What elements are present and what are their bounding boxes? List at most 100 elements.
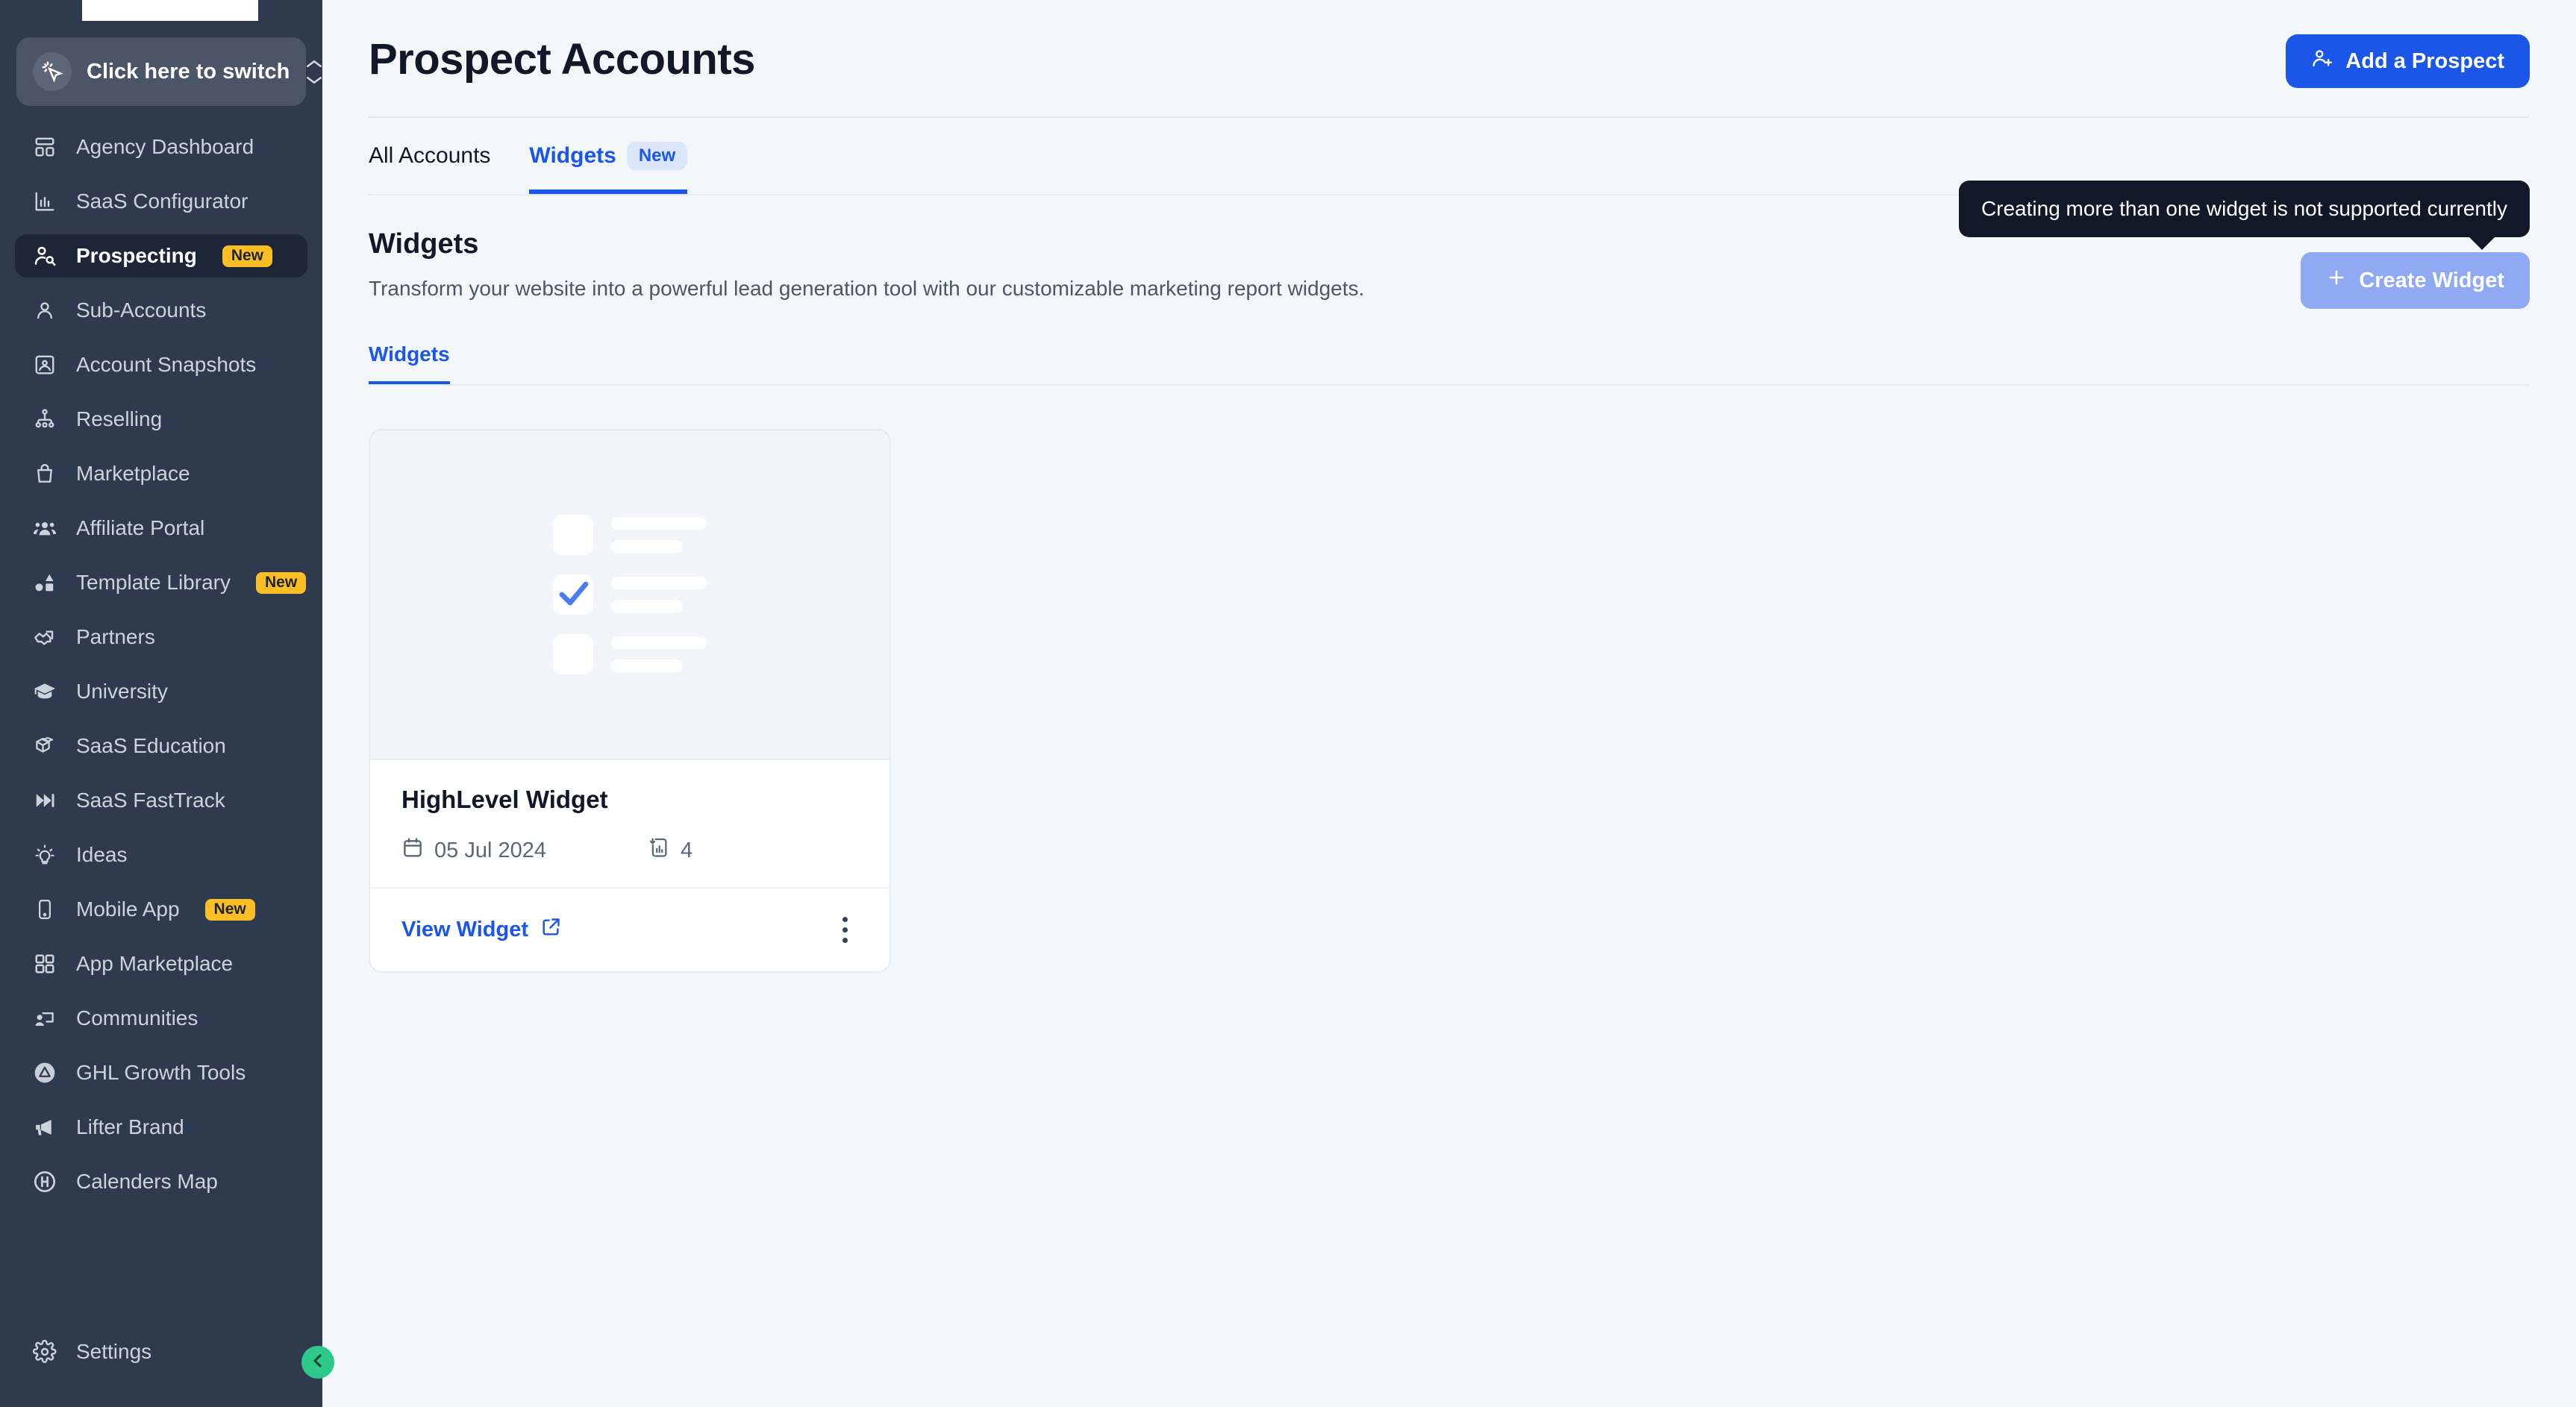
calendar-icon <box>401 836 424 865</box>
app-root: Click here to switch Agency Dashboard Sa… <box>0 0 2576 1407</box>
sidebar-item-label: SaaS FastTrack <box>76 789 225 812</box>
view-widget-link[interactable]: View Widget <box>401 917 561 944</box>
sidebar-item-settings[interactable]: Settings <box>15 1330 307 1373</box>
header-divider <box>369 116 2530 118</box>
create-widget-area: Creating more than one widget is not sup… <box>1958 181 2530 309</box>
sidebar-item-label: GHL Growth Tools <box>76 1061 246 1084</box>
box-graduation-icon <box>31 733 58 759</box>
placeholder-row <box>553 634 707 674</box>
file-bar-chart-icon <box>648 836 670 865</box>
sidebar-item-communities[interactable]: Communities <box>15 997 307 1040</box>
tab-all-accounts[interactable]: All Accounts <box>369 142 490 194</box>
sidebar-item-university[interactable]: University <box>15 670 307 713</box>
sidebar-item-ghl-growth-tools[interactable]: GHL Growth Tools <box>15 1051 307 1094</box>
sidebar-item-prospecting[interactable]: Prospecting New <box>15 234 307 278</box>
sidebar-item-label: Prospecting <box>76 244 197 267</box>
sidebar-item-app-marketplace[interactable]: App Marketplace <box>15 942 307 985</box>
tab-widgets[interactable]: Widgets New <box>529 142 688 194</box>
sidebar-item-label: Partners <box>76 625 155 648</box>
megaphone-icon <box>31 1114 58 1141</box>
account-switcher[interactable]: Click here to switch <box>16 37 322 106</box>
sidebar-item-label: Calenders Map <box>76 1170 218 1193</box>
sidebar-item-saas-education[interactable]: SaaS Education <box>15 724 307 768</box>
fast-forward-icon <box>31 787 58 814</box>
mobile-phone-icon <box>31 896 58 923</box>
users-group-icon <box>31 515 58 542</box>
image-user-icon <box>31 351 58 378</box>
plus-icon <box>2326 267 2347 294</box>
shapes-icon <box>31 569 58 596</box>
sidebar-item-label: App Marketplace <box>76 952 234 975</box>
sidebar-nav: Agency Dashboard SaaS Configurator Prosp… <box>0 125 322 1330</box>
check-icon <box>556 576 592 615</box>
sidebar-item-calenders-map[interactable]: Calenders Map <box>15 1160 307 1203</box>
sidebar-item-label: Marketplace <box>76 462 190 485</box>
sidebar-item-label: Reselling <box>76 407 163 430</box>
page-header: Prospect Accounts Add a Prospect <box>322 0 2576 88</box>
shopping-bag-icon <box>31 460 58 487</box>
sidebar-footer: Settings <box>0 1330 322 1407</box>
placeholder-row <box>553 515 707 555</box>
text-placeholder <box>611 517 707 553</box>
view-widget-label: View Widget <box>401 918 529 941</box>
sidebar-item-mobile-app[interactable]: Mobile App New <box>15 888 307 931</box>
growth-circle-icon <box>31 1059 58 1086</box>
widget-card-footer: View Widget <box>370 889 890 971</box>
widget-placeholder-illustration <box>553 515 707 674</box>
checkbox-placeholder-icon <box>553 515 593 555</box>
cursor-click-icon <box>33 52 72 91</box>
gear-icon <box>31 1338 58 1365</box>
subtab-widgets[interactable]: Widgets <box>369 342 450 386</box>
external-link-icon <box>540 917 561 944</box>
sidebar-item-label: Template Library <box>76 571 231 594</box>
tab-badge-new: New <box>626 142 688 170</box>
sidebar-item-label: Lifter Brand <box>76 1115 184 1138</box>
dashboard-icon <box>31 134 58 160</box>
sidebar-item-lifter-brand[interactable]: Lifter Brand <box>15 1106 307 1149</box>
sidebar-item-reselling[interactable]: Reselling <box>15 398 307 441</box>
sidebar-item-label: Ideas <box>76 843 128 866</box>
account-switcher-label: Click here to switch <box>87 59 290 84</box>
sidebar-item-account-snapshots[interactable]: Account Snapshots <box>15 343 307 386</box>
grid-apps-icon <box>31 950 58 977</box>
sidebar-item-saas-configurator[interactable]: SaaS Configurator <box>15 180 307 223</box>
widget-card[interactable]: HighLevel Widget 05 Jul 2024 4 View Widg… <box>369 429 891 973</box>
sidebar-item-label: Account Snapshots <box>76 353 257 376</box>
add-a-prospect-button[interactable]: Add a Prospect <box>2286 34 2530 88</box>
community-icon <box>31 1005 58 1032</box>
sidebar-item-partners[interactable]: Partners <box>15 615 307 659</box>
create-widget-button[interactable]: Create Widget <box>2301 252 2530 309</box>
widget-reports-label: 4 <box>681 838 693 862</box>
add-a-prospect-label: Add a Prospect <box>2345 48 2504 73</box>
sidebar-item-sub-accounts[interactable]: Sub-Accounts <box>15 289 307 332</box>
widget-card-list: HighLevel Widget 05 Jul 2024 4 View Widg… <box>322 387 2576 973</box>
subtab-divider <box>369 384 2530 386</box>
sidebar-item-label: SaaS Education <box>76 734 226 757</box>
network-icon <box>31 406 58 433</box>
kebab-menu-icon[interactable] <box>832 911 858 949</box>
status-badge: New <box>222 245 272 267</box>
status-badge: New <box>204 898 255 921</box>
lightbulb-icon <box>31 842 58 868</box>
sidebar-item-label: Affiliate Portal <box>76 516 205 539</box>
section-description: Transform your website into a powerful l… <box>369 277 1365 300</box>
sidebar-item-label: Mobile App <box>76 897 180 921</box>
sidebar: Click here to switch Agency Dashboard Sa… <box>0 0 334 1407</box>
sidebar-item-ideas[interactable]: Ideas <box>15 833 307 877</box>
sidebar-item-label: University <box>76 680 168 703</box>
sidebar-item-marketplace[interactable]: Marketplace <box>15 452 307 495</box>
sidebar-item-saas-fasttrack[interactable]: SaaS FastTrack <box>15 779 307 822</box>
checkbox-checked-placeholder-icon <box>553 574 593 615</box>
create-widget-label: Create Widget <box>2359 268 2504 292</box>
sidebar-item-template-library[interactable]: Template Library New <box>15 561 307 604</box>
agency-logo <box>82 0 258 21</box>
user-plus-icon <box>2311 47 2333 75</box>
chevron-left-icon <box>309 1352 327 1373</box>
sidebar-item-affiliate-portal[interactable]: Affiliate Portal <box>15 507 307 550</box>
widget-card-meta: 05 Jul 2024 4 <box>401 836 858 865</box>
sidebar-collapse-button[interactable] <box>301 1346 334 1379</box>
widget-date-label: 05 Jul 2024 <box>434 838 546 862</box>
sidebar-item-agency-dashboard[interactable]: Agency Dashboard <box>15 125 307 169</box>
create-widget-tooltip: Creating more than one widget is not sup… <box>1958 181 2530 250</box>
chevron-up-down-icon <box>304 58 324 86</box>
